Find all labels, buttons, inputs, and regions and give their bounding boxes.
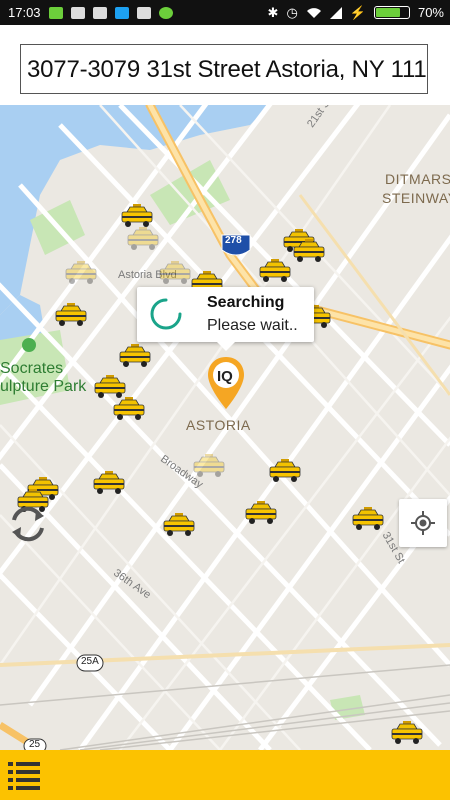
status-bar: 17:03 ✱ ◷ ⚡ 70%: [0, 0, 450, 25]
map-view[interactable]: 278 25A 25 DITMARS STEINWAY ASTORIA Socr…: [0, 105, 450, 750]
charging-icon: ⚡: [349, 4, 366, 20]
taxi-marker-icon: [119, 344, 151, 367]
taxi-marker-icon: [93, 471, 125, 494]
signal-icon: [329, 6, 342, 19]
taxi-marker-icon: [193, 454, 225, 477]
svg-text:IQ: IQ: [217, 368, 233, 385]
mail-icon: [136, 6, 151, 19]
crosshair-icon: [411, 511, 435, 535]
location-pin-icon: IQ: [208, 357, 244, 409]
alarm-icon: ◷: [286, 4, 298, 20]
park-icon: [22, 338, 36, 352]
route-25-label: 25: [29, 739, 41, 750]
battery-fill: [375, 8, 400, 17]
taxi-marker-icon: [127, 227, 159, 250]
bluetooth-icon: ✱: [267, 4, 279, 20]
loading-spinner-icon: [150, 298, 182, 330]
steinway-label: STEINWAY: [382, 190, 450, 206]
list-menu-button[interactable]: [6, 758, 42, 792]
searching-title: Searching: [207, 294, 285, 311]
taxi-marker-icon: [113, 397, 145, 420]
taxi-marker-icon: [293, 239, 325, 262]
swap-direction-button[interactable]: [6, 502, 50, 546]
bottom-bar: [0, 750, 450, 800]
astoria-label: ASTORIA: [186, 417, 251, 433]
status-time: 17:03: [8, 5, 41, 20]
mail-icon: [92, 6, 107, 19]
taxi-marker-icon: [269, 459, 301, 482]
address-bar: 3077-3079 31st Street Astoria, NY 11102: [0, 25, 450, 105]
address-field[interactable]: 3077-3079 31st Street Astoria, NY 11102: [20, 44, 428, 94]
taxi-marker-icon: [245, 501, 277, 524]
taxi-marker-icon: [259, 259, 291, 282]
i278-label: 278: [225, 235, 242, 246]
park-label-line2: ulpture Park: [0, 378, 87, 395]
route-25a-label: 25A: [81, 656, 99, 667]
taxi-marker-icon: [352, 507, 384, 530]
searching-popup: Searching Please wait..: [137, 287, 314, 351]
park-label-line1: Socrates: [0, 360, 64, 377]
wifi-icon: [306, 7, 321, 18]
searching-subtitle: Please wait..: [207, 317, 298, 334]
ditmars-label: DITMARS: [385, 171, 450, 187]
my-location-button[interactable]: [399, 499, 447, 547]
taxi-marker-icon: [391, 721, 423, 744]
battery-percent: 70%: [417, 5, 444, 20]
taxi-marker-icon: [55, 303, 87, 326]
taxi-marker-icon: [159, 261, 191, 284]
status-right: ✱ ◷ ⚡ 70%: [268, 0, 444, 25]
android-icon: [158, 6, 173, 19]
twitter-icon: [114, 6, 129, 19]
mail-icon: [70, 6, 85, 19]
taxi-marker-icon: [65, 261, 97, 284]
address-text: 3077-3079 31st Street Astoria, NY 11102: [27, 56, 428, 83]
battery-saver-icon: [48, 6, 63, 19]
battery-icon: [373, 6, 410, 19]
taxi-marker-icon: [163, 513, 195, 536]
